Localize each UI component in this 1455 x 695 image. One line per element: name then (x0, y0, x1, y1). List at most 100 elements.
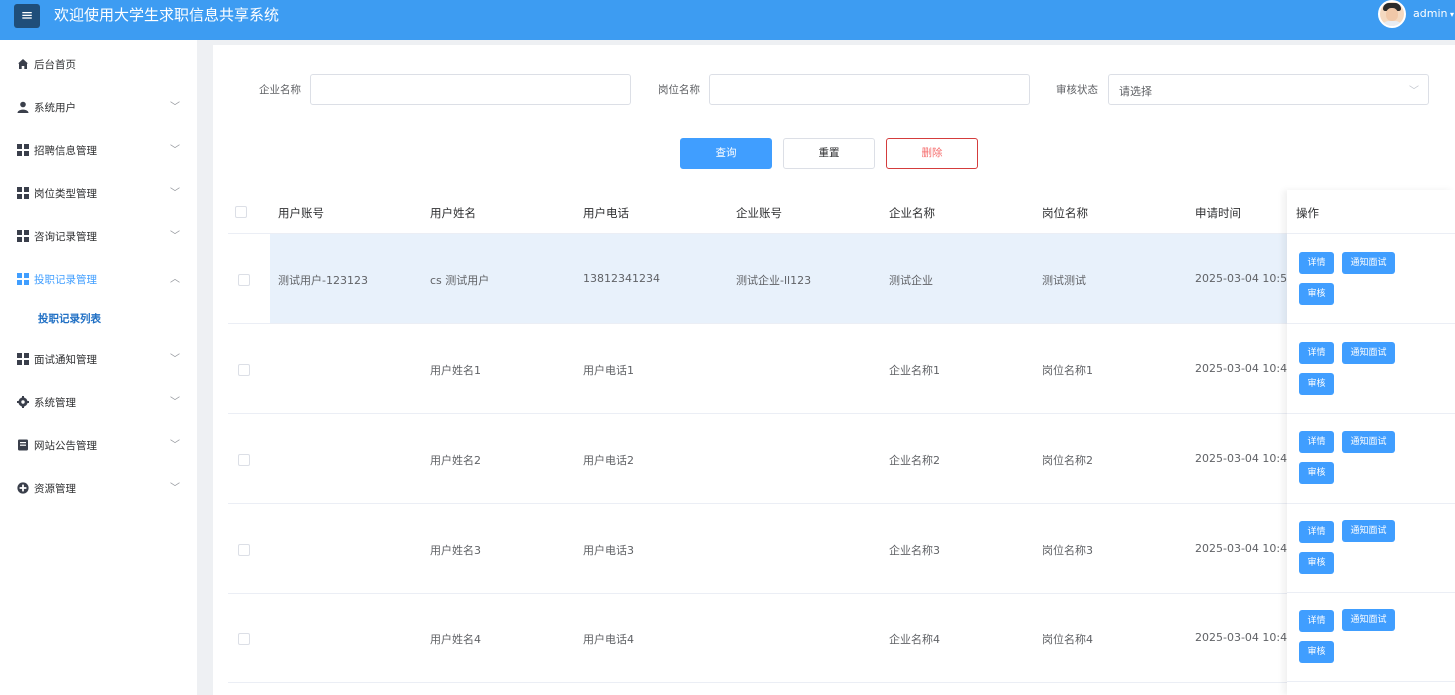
review-button[interactable]: 审核 (1299, 373, 1334, 395)
table-row[interactable]: 用户姓名4 用户电话4 企业名称4 岗位名称4 2025-03-04 10:49… (228, 593, 1455, 683)
column-header: 用户姓名 (430, 206, 476, 220)
chevron-down-icon: ﹀ (170, 102, 180, 113)
cell-user-name: 用户姓名2 (430, 454, 481, 467)
grid-icon (17, 144, 29, 156)
sidebar-item-label: 后台首页 (34, 59, 76, 71)
chevron-down-icon: ﹀ (170, 188, 180, 199)
cell-position-name: 岗位名称3 (1042, 544, 1093, 557)
reset-button[interactable]: 重置 (783, 138, 875, 169)
notify-interview-button[interactable]: 通知面试 (1342, 520, 1395, 542)
cell-company-name: 测试企业 (889, 274, 933, 287)
cell-user-phone: 用户电话2 (583, 454, 634, 467)
table-row[interactable]: 用户姓名2 用户电话2 企业名称2 岗位名称2 2025-03-04 10:49… (228, 414, 1455, 504)
table-row[interactable]: 用户姓名3 用户电话3 企业名称3 岗位名称3 2025-03-04 10:49… (228, 504, 1455, 594)
row-checkbox[interactable] (238, 364, 250, 376)
column-header: 用户电话 (583, 206, 629, 220)
sidebar: 后台首页 系统用户 ﹀ 招聘信息管理 ﹀ 岗位类型管理 ﹀ 咨询记录管理 ﹀ 投… (0, 40, 197, 695)
cell-user-phone: 用户电话3 (583, 544, 634, 557)
column-header: 企业账号 (736, 206, 782, 220)
row-divider (1287, 323, 1455, 324)
detail-button[interactable]: 详情 (1299, 431, 1334, 453)
review-button[interactable]: 审核 (1299, 283, 1334, 305)
detail-button[interactable]: 详情 (1299, 610, 1334, 632)
gear-icon (17, 396, 29, 408)
row-checkbox[interactable] (238, 274, 250, 286)
menu-toggle-icon[interactable]: ≡ (14, 4, 40, 28)
row-checkbox[interactable] (238, 544, 250, 556)
notice-icon (18, 439, 28, 451)
cell-company-account: 测试企业-ll123 (736, 274, 812, 287)
review-status-placeholder: 请选择 (1119, 85, 1152, 98)
position-name-input[interactable] (709, 74, 1030, 105)
sidebar-item-job-types[interactable]: 岗位类型管理 ﹀ (0, 171, 197, 214)
sidebar-item-label: 招聘信息管理 (34, 145, 97, 157)
sidebar-item-system-management[interactable]: 系统管理 ﹀ (0, 380, 197, 423)
detail-button[interactable]: 详情 (1299, 521, 1334, 543)
review-status-label: 审核状态 (1056, 84, 1098, 96)
cell-position-name: 岗位名称2 (1042, 454, 1093, 467)
sidebar-item-announcements[interactable]: 网站公告管理 ﹀ (0, 423, 197, 466)
cell-user-phone: 用户电话4 (583, 633, 634, 646)
grid-icon (17, 187, 29, 199)
review-button[interactable]: 审核 (1299, 641, 1334, 663)
cell-user-name: 用户姓名3 (430, 544, 481, 557)
company-name-label: 企业名称 (259, 84, 301, 96)
cell-user-name: cs 测试用户 (430, 274, 490, 287)
query-button[interactable]: 查询 (680, 138, 772, 169)
detail-button[interactable]: 详情 (1299, 342, 1334, 364)
grid-icon (17, 353, 29, 365)
chevron-down-icon: ﹀ (1409, 86, 1419, 97)
cell-apply-time: 2025-03-04 10:57: (1195, 272, 1288, 285)
row-checkbox[interactable] (238, 633, 250, 645)
sidebar-item-label: 网站公告管理 (34, 440, 97, 452)
table-row[interactable]: 用户姓名1 用户电话1 企业名称1 岗位名称1 2025-03-04 10:49… (228, 324, 1455, 414)
select-all-checkbox[interactable] (235, 206, 247, 218)
review-status-select[interactable]: 请选择 ﹀ (1108, 74, 1429, 105)
row-divider (1287, 681, 1455, 682)
chevron-down-icon: ﹀ (170, 483, 180, 494)
user-menu[interactable]: admin ▾ (1413, 7, 1454, 20)
sidebar-item-consult-records[interactable]: 咨询记录管理 ﹀ (0, 214, 197, 257)
sidebar-item-label: 岗位类型管理 (34, 188, 97, 200)
sidebar-item-recruitment[interactable]: 招聘信息管理 ﹀ (0, 128, 197, 171)
sidebar-item-label: 投职记录管理 (34, 274, 97, 286)
column-header: 用户账号 (278, 206, 324, 220)
chevron-up-icon: ︿ (170, 274, 180, 285)
grid-icon (17, 273, 29, 285)
notify-interview-button[interactable]: 通知面试 (1342, 609, 1395, 631)
company-name-input[interactable] (310, 74, 631, 105)
sidebar-item-label: 系统管理 (34, 397, 76, 409)
row-divider (1287, 592, 1455, 593)
table-row[interactable]: 测试用户-123123 cs 测试用户 13812341234 测试企业-ll1… (228, 234, 1455, 324)
sidebar-item-application-records[interactable]: 投职记录管理 ︿ (0, 257, 197, 300)
column-header: 操作 (1296, 206, 1319, 220)
row-divider (1287, 413, 1455, 414)
sidebar-item-interview-notices[interactable]: 面试通知管理 ﹀ (0, 337, 197, 380)
detail-button[interactable]: 详情 (1299, 252, 1334, 274)
row-checkbox[interactable] (238, 454, 250, 466)
sidebar-item-home[interactable]: 后台首页 (0, 42, 197, 85)
grid-icon (17, 230, 29, 242)
cell-user-name: 用户姓名4 (430, 633, 481, 646)
cell-company-name: 企业名称2 (889, 454, 940, 467)
delete-button[interactable]: 删除 (886, 138, 978, 169)
cell-user-account: 测试用户-123123 (278, 274, 368, 287)
review-button[interactable]: 审核 (1299, 552, 1334, 574)
cell-company-name: 企业名称4 (889, 633, 940, 646)
sidebar-subitem-application-list[interactable]: 投职记录列表 (0, 297, 197, 337)
review-button[interactable]: 审核 (1299, 462, 1334, 484)
sidebar-item-system-users[interactable]: 系统用户 ﹀ (0, 85, 197, 128)
notify-interview-button[interactable]: 通知面试 (1342, 431, 1395, 453)
avatar[interactable] (1378, 0, 1406, 28)
cell-position-name: 岗位名称1 (1042, 364, 1093, 377)
app-title: 欢迎使用大学生求职信息共享系统 (54, 6, 280, 24)
chevron-down-icon: ▾ (1447, 10, 1455, 19)
sidebar-item-resources[interactable]: 资源管理 ﹀ (0, 466, 197, 509)
cell-position-name: 测试测试 (1042, 274, 1086, 287)
cell-apply-time: 2025-03-04 10:49: (1195, 631, 1288, 644)
operations-column: 操作 详情 通知面试 审核 详情 通知面试 审核 详情 通知面试 审核 详情 通… (1287, 190, 1455, 695)
sidebar-item-label: 咨询记录管理 (34, 231, 97, 243)
notify-interview-button[interactable]: 通知面试 (1342, 342, 1395, 364)
notify-interview-button[interactable]: 通知面试 (1342, 252, 1395, 274)
chevron-down-icon: ﹀ (170, 397, 180, 408)
